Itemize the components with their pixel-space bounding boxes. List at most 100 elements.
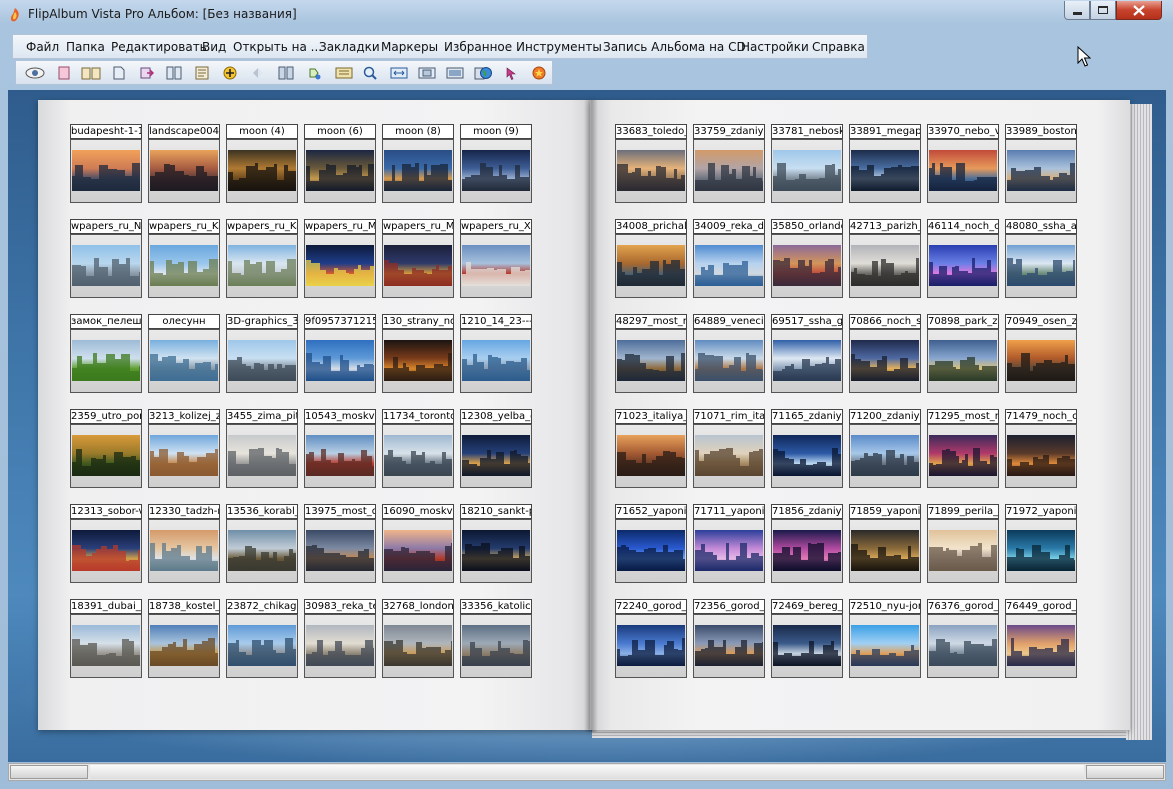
photo-thumbnail[interactable]: 33891_megapo bbox=[849, 124, 921, 203]
photo-thumbnail[interactable]: 71859_yaponiy bbox=[849, 504, 921, 583]
photo-thumbnail[interactable]: 13536_korabl_ bbox=[226, 504, 298, 583]
photo-thumbnail[interactable]: 18738_kostel_ bbox=[148, 599, 220, 678]
minimize-button[interactable] bbox=[1064, 1, 1090, 20]
scroll-left-button[interactable] bbox=[10, 765, 88, 779]
pointer-icon[interactable] bbox=[503, 65, 519, 81]
photo-thumbnail[interactable]: 71071_rim_itali bbox=[693, 409, 765, 488]
menu-open-at[interactable]: Открыть на ... bbox=[233, 40, 322, 54]
photo-thumbnail[interactable]: 71295_most_ni bbox=[927, 409, 999, 488]
menu-view[interactable]: Вид bbox=[202, 40, 226, 54]
index-icon[interactable] bbox=[334, 65, 354, 81]
photo-thumbnail[interactable]: 33989_boston_ bbox=[1005, 124, 1077, 203]
photo-thumbnail[interactable]: 76449_gorod_( bbox=[1005, 599, 1077, 678]
menu-tools[interactable]: Инструменты bbox=[516, 40, 602, 54]
photo-thumbnail[interactable]: 64889_venecia bbox=[693, 314, 765, 393]
photo-thumbnail[interactable]: 32768_london_ bbox=[382, 599, 454, 678]
photo-thumbnail[interactable]: 70949_osen_z bbox=[1005, 314, 1077, 393]
photo-thumbnail[interactable]: 11734_toronto bbox=[382, 409, 454, 488]
photo-thumbnail[interactable]: 71856_zdaniya bbox=[771, 504, 843, 583]
menu-folder[interactable]: Папка bbox=[66, 40, 105, 54]
photo-thumbnail[interactable]: 23872_chikago bbox=[226, 599, 298, 678]
slideshow-icon[interactable] bbox=[445, 65, 465, 81]
photo-thumbnail[interactable]: 71652_yaponiy bbox=[615, 504, 687, 583]
photo-thumbnail[interactable]: 12308_yelba_d bbox=[460, 409, 532, 488]
photo-thumbnail[interactable]: 76376_gorod_( bbox=[927, 599, 999, 678]
photo-thumbnail[interactable]: 130_strany_no bbox=[382, 314, 454, 393]
photo-thumbnail[interactable]: 2359_utro_pon bbox=[70, 409, 142, 488]
menu-edit[interactable]: Редактировать bbox=[111, 40, 207, 54]
photo-thumbnail[interactable]: moon (9) bbox=[460, 124, 532, 203]
title-bar[interactable]: FlipAlbum Vista Pro Альбом: [Без названи… bbox=[0, 0, 1173, 30]
arrow-page-icon[interactable] bbox=[139, 65, 155, 81]
photo-thumbnail[interactable]: moon (6) bbox=[304, 124, 376, 203]
photo-thumbnail[interactable]: 71023_italiya_k bbox=[615, 409, 687, 488]
maximize-button[interactable] bbox=[1090, 1, 1116, 20]
photo-thumbnail[interactable]: 46114_noch_c bbox=[927, 219, 999, 298]
photo-thumbnail[interactable]: 3D-graphics_3 bbox=[226, 314, 298, 393]
photo-thumbnail[interactable]: 3213_kolizej_z bbox=[148, 409, 220, 488]
photo-thumbnail[interactable]: 48080_ssha_a bbox=[1005, 219, 1077, 298]
photo-thumbnail[interactable]: 72356_gorod_( bbox=[693, 599, 765, 678]
eye-icon[interactable] bbox=[24, 65, 46, 81]
photo-thumbnail[interactable]: wpapers_ru_Ka bbox=[148, 219, 220, 298]
globe-icon[interactable] bbox=[473, 65, 493, 81]
photo-thumbnail[interactable]: 33356_katolich bbox=[460, 599, 532, 678]
menu-file[interactable]: Файл bbox=[26, 40, 59, 54]
photo-thumbnail[interactable]: 3455_zima_pite bbox=[226, 409, 298, 488]
magnify-icon[interactable] bbox=[362, 65, 378, 81]
photo-thumbnail[interactable]: 71711_yaponiy bbox=[693, 504, 765, 583]
photo-thumbnail[interactable]: 18210_sankt-p bbox=[460, 504, 532, 583]
photo-thumbnail[interactable]: wpapers_ru_Ka bbox=[226, 219, 298, 298]
fit-page-icon[interactable] bbox=[417, 65, 437, 81]
photo-thumbnail[interactable]: wpapers_ru_Ne bbox=[70, 219, 142, 298]
photo-thumbnail[interactable]: budapesht-1-16 bbox=[70, 124, 142, 203]
photo-thumbnail[interactable]: олесунн bbox=[148, 314, 220, 393]
horizontal-scrollbar[interactable] bbox=[8, 763, 1166, 781]
photo-thumbnail[interactable]: 1210_14_23--- bbox=[460, 314, 532, 393]
photo-thumbnail[interactable]: moon (4) bbox=[226, 124, 298, 203]
photo-thumbnail[interactable]: 72469_bereg_( bbox=[771, 599, 843, 678]
menu-favorites[interactable]: Избранное bbox=[444, 40, 512, 54]
photo-thumbnail[interactable]: 72510_nyu-jork bbox=[849, 599, 921, 678]
photo-thumbnail[interactable]: wpapers_ru_Xp bbox=[460, 219, 532, 298]
photo-thumbnail[interactable]: 71479_noch_c bbox=[1005, 409, 1077, 488]
photo-thumbnail[interactable]: 9f0957371215 bbox=[304, 314, 376, 393]
photo-thumbnail[interactable]: 34008_prichal_ bbox=[615, 219, 687, 298]
photo-thumbnail[interactable]: 69517_ssha_g bbox=[771, 314, 843, 393]
photo-thumbnail[interactable]: 13975_most_d bbox=[304, 504, 376, 583]
contents-icon[interactable] bbox=[194, 65, 210, 81]
page-corner-icon[interactable] bbox=[111, 65, 127, 81]
photo-thumbnail[interactable]: 71899_perila_s bbox=[927, 504, 999, 583]
photo-thumbnail[interactable]: 42713_parizh_ bbox=[849, 219, 921, 298]
menu-bookmarks[interactable]: Закладки bbox=[319, 40, 380, 54]
photo-thumbnail[interactable]: 30983_reka_te bbox=[304, 599, 376, 678]
rotate-icon[interactable] bbox=[306, 65, 322, 81]
photo-thumbnail[interactable]: 33759_zdaniya bbox=[693, 124, 765, 203]
fit-width-icon[interactable] bbox=[389, 65, 409, 81]
menu-settings[interactable]: Настройки bbox=[741, 40, 809, 54]
photo-thumbnail[interactable]: 33781_nebosk bbox=[771, 124, 843, 203]
book-icon[interactable] bbox=[80, 65, 102, 81]
menu-burn-cd[interactable]: Запись Альбома на CD bbox=[603, 40, 746, 54]
close-button[interactable] bbox=[1116, 1, 1162, 20]
menu-help[interactable]: Справка bbox=[812, 40, 865, 54]
two-page-icon[interactable] bbox=[278, 65, 294, 81]
star-icon[interactable] bbox=[531, 65, 547, 81]
photo-thumbnail[interactable]: 12330_tadzh-m bbox=[148, 504, 220, 583]
photo-thumbnail[interactable]: 71200_zdaniya bbox=[849, 409, 921, 488]
scroll-thumb[interactable] bbox=[90, 765, 1084, 779]
photo-thumbnail[interactable]: 72240_gorod_( bbox=[615, 599, 687, 678]
photo-thumbnail[interactable]: 18391_dubai_( bbox=[70, 599, 142, 678]
photo-thumbnail[interactable]: 10543_moskva bbox=[304, 409, 376, 488]
scroll-right-button[interactable] bbox=[1086, 765, 1164, 779]
photo-thumbnail[interactable]: 35850_orlando bbox=[771, 219, 843, 298]
page-icon[interactable] bbox=[56, 65, 72, 81]
add-circle-icon[interactable] bbox=[222, 65, 238, 81]
photo-thumbnail[interactable]: 33970_nebo_v bbox=[927, 124, 999, 203]
photo-thumbnail[interactable]: 71165_zdaniya bbox=[771, 409, 843, 488]
photo-thumbnail[interactable]: landscape004 bbox=[148, 124, 220, 203]
photo-thumbnail[interactable]: 48297_most_re bbox=[615, 314, 687, 393]
photo-thumbnail[interactable]: wpapers_ru_M bbox=[304, 219, 376, 298]
photo-thumbnail[interactable]: 70898_park_zd bbox=[927, 314, 999, 393]
photo-thumbnail[interactable]: 16090_moskva bbox=[382, 504, 454, 583]
